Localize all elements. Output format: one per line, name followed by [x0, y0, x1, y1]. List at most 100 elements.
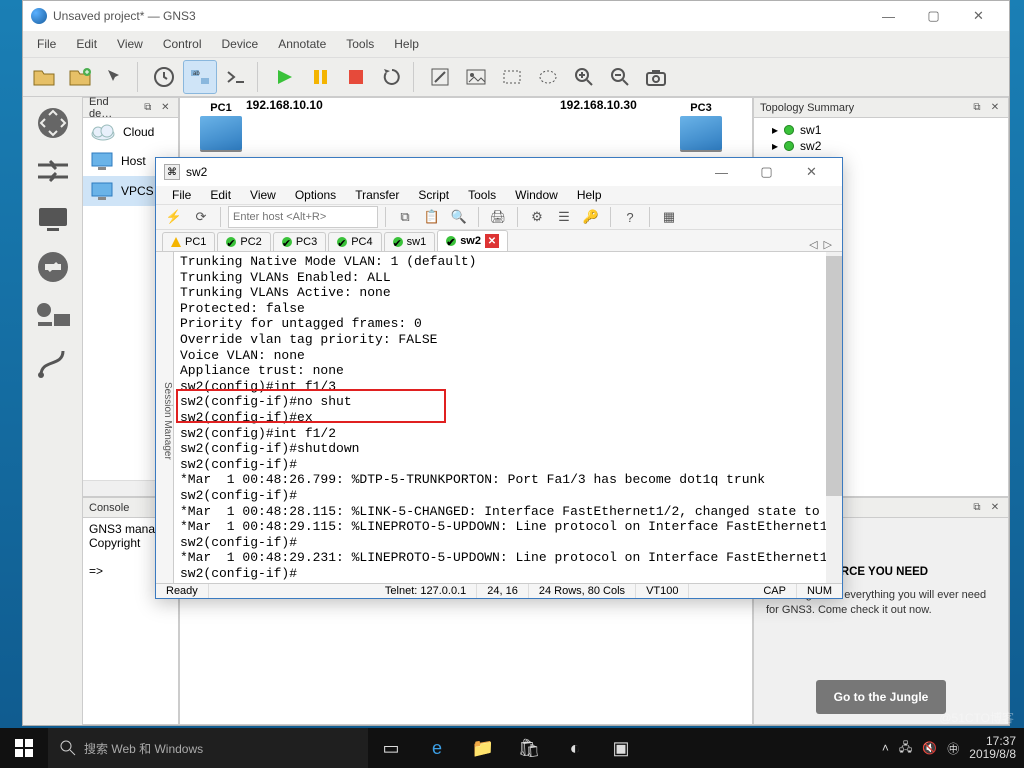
insert-image-button[interactable]: [459, 60, 493, 94]
menu-file[interactable]: File: [29, 35, 64, 53]
tmenu-file[interactable]: File: [164, 186, 199, 204]
terminal-max-button[interactable]: ▢: [744, 158, 789, 186]
start-button[interactable]: [0, 728, 48, 768]
switches-category-button[interactable]: [29, 149, 77, 193]
app-button[interactable]: ◐: [552, 728, 598, 768]
menu-view[interactable]: View: [109, 35, 151, 53]
new-tab-button[interactable]: ▦: [657, 205, 681, 229]
end-device-cloud[interactable]: Cloud: [83, 118, 178, 146]
terminal-close-button[interactable]: ✕: [789, 158, 834, 186]
network-icon[interactable]: 🖧: [899, 738, 912, 759]
terminal-scrollbar[interactable]: [826, 252, 842, 583]
gns3-close-button[interactable]: ✕: [956, 2, 1001, 30]
tmenu-help[interactable]: Help: [569, 186, 610, 204]
menu-annotate[interactable]: Annotate: [270, 35, 334, 53]
edge-button[interactable]: e: [414, 728, 460, 768]
ime-icon[interactable]: ㊥: [947, 740, 959, 757]
taskbar-clock[interactable]: 17:37 2019/8/8: [969, 735, 1024, 761]
tab-next-button[interactable]: ▷: [824, 238, 832, 251]
panel-close-button[interactable]: ✕: [988, 101, 1002, 115]
menu-control[interactable]: Control: [155, 35, 210, 53]
tab-sw1[interactable]: ✔sw1: [384, 232, 436, 251]
reconnect-button[interactable]: ⟳: [189, 205, 213, 229]
tab-pc4[interactable]: ✔PC4: [328, 232, 381, 251]
find-button[interactable]: 🔍: [447, 205, 471, 229]
terminal-window: ⌘ sw2 — ▢ ✕ File Edit View Options Trans…: [155, 157, 843, 599]
node-pc3[interactable]: PC3 192.168.10.30: [680, 102, 722, 150]
paste-button[interactable]: 📋: [420, 205, 444, 229]
settings-button[interactable]: ⚙: [525, 205, 549, 229]
expand-icon[interactable]: ▸: [772, 123, 778, 137]
tab-pc1[interactable]: PC1: [162, 232, 215, 251]
tab-pc3[interactable]: ✔PC3: [273, 232, 326, 251]
expand-icon[interactable]: ▸: [772, 139, 778, 153]
menu-help[interactable]: Help: [386, 35, 427, 53]
host-input[interactable]: [228, 206, 378, 228]
session-options-button[interactable]: ☰: [552, 205, 576, 229]
tmenu-edit[interactable]: Edit: [202, 186, 239, 204]
console-all-button[interactable]: [219, 60, 253, 94]
tab-close-button[interactable]: ✕: [485, 234, 499, 248]
gns3-max-button[interactable]: ▢: [911, 2, 956, 30]
tmenu-script[interactable]: Script: [410, 186, 457, 204]
menu-edit[interactable]: Edit: [68, 35, 105, 53]
tab-prev-button[interactable]: ◁: [809, 238, 817, 251]
go-to-jungle-button[interactable]: Go to the Jungle: [816, 680, 947, 714]
terminal-titlebar[interactable]: ⌘ sw2 — ▢ ✕: [156, 158, 842, 186]
topology-node-sw2[interactable]: ▸sw2: [758, 138, 1004, 154]
tmenu-transfer[interactable]: Transfer: [347, 186, 407, 204]
topology-node-sw1[interactable]: ▸sw1: [758, 122, 1004, 138]
node-pc1[interactable]: PC1 192.168.10.10: [200, 102, 242, 150]
panel-undock-button[interactable]: ⧉: [141, 101, 154, 115]
taskbar-search[interactable]: 搜索 Web 和 Windows: [48, 728, 368, 768]
session-manager-handle[interactable]: Session Manager: [156, 252, 174, 583]
draw-ellipse-button[interactable]: [531, 60, 565, 94]
panel-undock-button[interactable]: ⧉: [970, 501, 984, 515]
new-project-button[interactable]: [63, 60, 97, 94]
show-labels-button[interactable]: ab: [183, 60, 217, 94]
volume-icon[interactable]: 🔇: [922, 741, 937, 755]
key-mapping-button[interactable]: 🔑: [579, 205, 603, 229]
system-tray[interactable]: ˄ 🖧 🔇 ㊥: [872, 738, 969, 759]
menu-tools[interactable]: Tools: [338, 35, 382, 53]
zoom-out-button[interactable]: [603, 60, 637, 94]
all-devices-category-button[interactable]: [29, 293, 77, 337]
gns3-titlebar[interactable]: Unsaved project* — GNS3 — ▢ ✕: [23, 1, 1009, 31]
zoom-in-button[interactable]: [567, 60, 601, 94]
panel-close-button[interactable]: ✕: [988, 501, 1002, 515]
tmenu-view[interactable]: View: [242, 186, 284, 204]
draw-rect-button[interactable]: [495, 60, 529, 94]
gns3-taskbar-button[interactable]: ▣: [598, 728, 644, 768]
end-devices-category-button[interactable]: [29, 197, 77, 241]
store-button[interactable]: 🛍: [506, 728, 552, 768]
security-category-button[interactable]: [29, 245, 77, 289]
annotate-button[interactable]: [423, 60, 457, 94]
save-project-button[interactable]: [99, 60, 133, 94]
task-view-button[interactable]: ▭: [368, 728, 414, 768]
help-button[interactable]: ?: [618, 205, 642, 229]
pause-all-button[interactable]: [303, 60, 337, 94]
routers-category-button[interactable]: [29, 101, 77, 145]
tmenu-options[interactable]: Options: [287, 186, 344, 204]
explorer-button[interactable]: 📁: [460, 728, 506, 768]
gns3-min-button[interactable]: —: [866, 2, 911, 30]
tmenu-window[interactable]: Window: [507, 186, 566, 204]
snapshot-button[interactable]: [147, 60, 181, 94]
menu-device[interactable]: Device: [214, 35, 267, 53]
start-all-button[interactable]: [267, 60, 301, 94]
terminal-min-button[interactable]: —: [699, 158, 744, 186]
tab-sw2[interactable]: ✔sw2✕: [437, 230, 508, 251]
print-button[interactable]: 🖨: [486, 205, 510, 229]
tab-pc2[interactable]: ✔PC2: [217, 232, 270, 251]
reload-all-button[interactable]: [375, 60, 409, 94]
copy-button[interactable]: ⧉: [393, 205, 417, 229]
quick-connect-button[interactable]: ⚡: [162, 205, 186, 229]
panel-undock-button[interactable]: ⧉: [970, 101, 984, 115]
tray-chevron-icon[interactable]: ˄: [882, 741, 889, 755]
screenshot-button[interactable]: [639, 60, 673, 94]
open-project-button[interactable]: [27, 60, 61, 94]
tmenu-tools[interactable]: Tools: [460, 186, 504, 204]
add-link-button[interactable]: [29, 341, 77, 385]
stop-all-button[interactable]: [339, 60, 373, 94]
panel-close-button[interactable]: ✕: [159, 101, 172, 115]
